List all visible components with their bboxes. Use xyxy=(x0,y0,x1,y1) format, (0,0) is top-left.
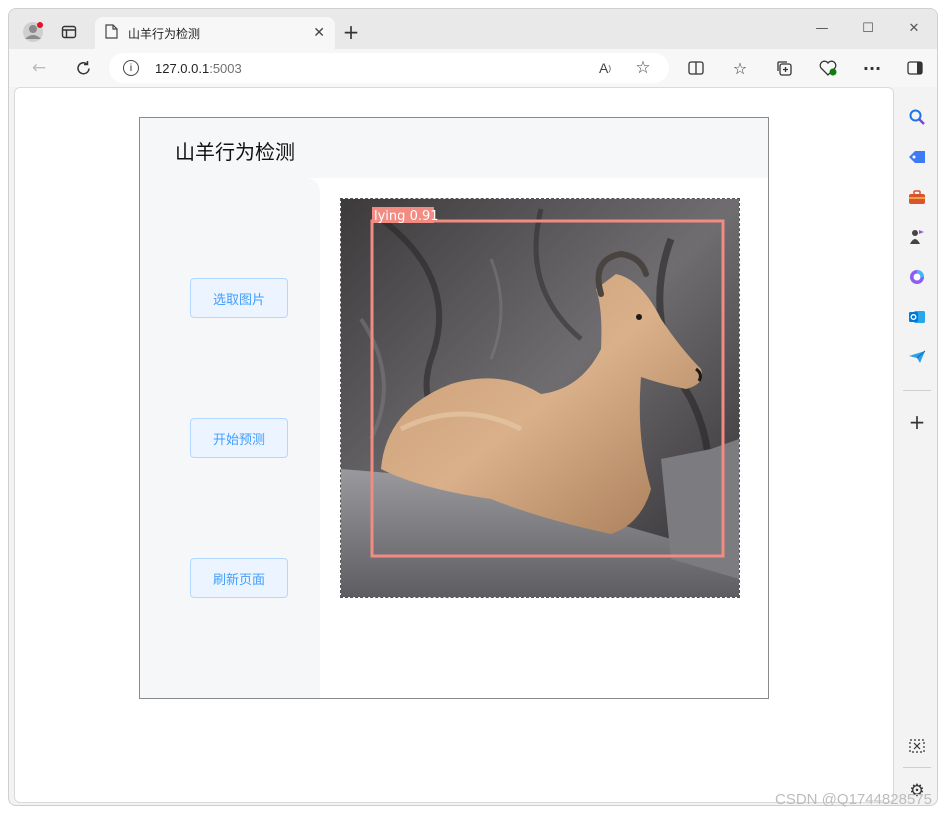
start-predict-button[interactable]: 开始预测 xyxy=(190,418,288,458)
browser-tab[interactable]: 山羊行为检测 ✕ xyxy=(95,17,335,49)
page-icon xyxy=(105,24,118,42)
button-panel: 选取图片 开始预测 刷新页面 xyxy=(140,178,320,698)
star-icon[interactable]: ☆ xyxy=(631,56,655,80)
page-title: 山羊行为检测 xyxy=(175,140,295,164)
select-image-button[interactable]: 选取图片 xyxy=(190,278,288,318)
copilot-icon[interactable] xyxy=(903,263,931,291)
minimize-button[interactable]: — xyxy=(799,13,845,43)
detection-class: lying xyxy=(374,209,405,224)
screenshot-icon[interactable] xyxy=(903,732,931,760)
refresh-page-button[interactable]: 刷新页面 xyxy=(190,558,288,598)
refresh-icon[interactable] xyxy=(69,54,97,82)
new-tab-button[interactable]: + xyxy=(337,18,365,46)
close-window-button[interactable]: ✕ xyxy=(891,13,937,43)
sidebar-divider xyxy=(903,390,931,391)
shopping-tag-icon[interactable] xyxy=(903,143,931,171)
app-header: 山羊行为检测 xyxy=(140,118,768,178)
sidebar-divider xyxy=(903,767,931,768)
back-icon[interactable]: ← xyxy=(25,54,53,82)
edge-sidebar: + ⚙ xyxy=(895,87,937,803)
games-icon[interactable] xyxy=(903,223,931,251)
split-screen-icon[interactable] xyxy=(683,55,709,81)
goat-detection-app: 山羊行为检测 选取图片 开始预测 刷新页面 lying 0.91 xyxy=(139,117,769,699)
address-toolbar: ← i 127.0.0.1:5003 A) ☆ ☆ ··· xyxy=(9,49,937,87)
tab-bar: 山羊行为检测 ✕ + — ☐ ✕ xyxy=(9,9,937,49)
address-bar[interactable]: i 127.0.0.1:5003 A) ☆ xyxy=(109,53,669,83)
url-host: 127.0.0.1 xyxy=(155,60,210,76)
detection-confidence: 0.91 xyxy=(410,209,439,224)
watermark: CSDN @Q1744828575 xyxy=(775,791,932,808)
outlook-icon[interactable] xyxy=(903,303,931,331)
tab-title: 山羊行为检测 xyxy=(128,26,201,41)
read-aloud-icon[interactable]: A) xyxy=(593,56,617,80)
tab-actions-icon[interactable] xyxy=(55,18,83,46)
maximize-button[interactable]: ☐ xyxy=(845,13,891,43)
profile-icon[interactable] xyxy=(19,18,47,46)
browser-essentials-icon[interactable] xyxy=(815,55,841,81)
info-icon[interactable]: i xyxy=(123,60,139,76)
search-icon[interactable] xyxy=(903,103,931,131)
detection-result-image: lying 0.91 xyxy=(340,198,740,598)
send-icon[interactable] xyxy=(903,343,931,371)
url-port: :5003 xyxy=(209,60,242,76)
more-icon[interactable]: ··· xyxy=(859,55,885,81)
sidebar-toggle-icon[interactable] xyxy=(902,55,928,81)
detection-label: lying 0.91 xyxy=(374,209,439,224)
goat-photo: lying 0.91 xyxy=(341,199,739,597)
collections-icon[interactable] xyxy=(771,55,797,81)
add-icon[interactable]: + xyxy=(903,408,931,436)
close-tab-icon[interactable]: ✕ xyxy=(313,25,325,41)
favorites-icon[interactable]: ☆ xyxy=(727,55,753,81)
toolbox-icon[interactable] xyxy=(903,183,931,211)
